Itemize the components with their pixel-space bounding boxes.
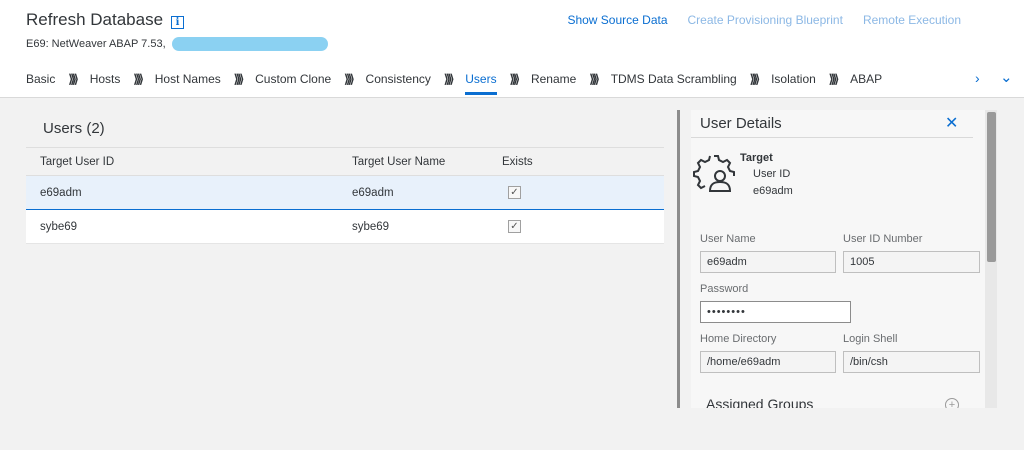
login-shell-label: Login Shell: [843, 333, 898, 345]
details-scrollbar-thumb[interactable]: [987, 112, 996, 262]
step-abap[interactable]: ABAP: [850, 72, 882, 95]
show-source-data-link[interactable]: Show Source Data: [567, 13, 667, 27]
table-row[interactable]: e69adm e69adm ✓: [26, 175, 664, 210]
details-title: User Details: [700, 115, 782, 132]
user-id-label: User ID: [753, 168, 791, 180]
user-gear-icon: [693, 155, 735, 192]
create-provisioning-blueprint-link[interactable]: Create Provisioning Blueprint: [688, 13, 843, 27]
users-table: Target User ID Target User Name Exists e…: [26, 147, 664, 244]
home-directory-field[interactable]: /home/e69adm: [700, 351, 836, 373]
exists-checkbox[interactable]: ✓: [508, 220, 521, 233]
step-hosts[interactable]: Hosts: [90, 72, 121, 95]
wizard-steps: Basic ⟫⟫ Hosts ⟫⟫ Host Names ⟫⟫ Custom C…: [26, 72, 976, 98]
column-header-target-user-name[interactable]: Target User Name: [338, 148, 488, 176]
step-rename[interactable]: Rename: [531, 72, 576, 95]
step-custom-clone[interactable]: Custom Clone: [255, 72, 331, 95]
home-directory-label: Home Directory: [700, 333, 777, 345]
step-separator-icon: ⟫⟫: [443, 72, 455, 86]
header-actions: Show Source Data Create Provisioning Blu…: [567, 13, 961, 27]
step-consistency[interactable]: Consistency: [366, 72, 431, 95]
chevron-right-icon[interactable]: ›: [975, 70, 980, 86]
target-label: Target: [740, 152, 773, 164]
user-id-number-field[interactable]: 1005: [843, 251, 980, 273]
user-id-number-label: User ID Number: [843, 233, 923, 245]
remote-execution-link[interactable]: Remote Execution: [863, 13, 961, 27]
details-header: User Details ✕: [691, 110, 973, 138]
step-separator-icon: ⟫⟫: [589, 72, 600, 86]
step-separator-icon: ⟫⟫: [509, 72, 521, 86]
cell-target-user-name: e69adm: [352, 186, 394, 199]
password-label: Password: [700, 283, 749, 295]
page-subtitle: E69: NetWeaver ABAP 7.53,: [26, 38, 166, 50]
close-icon[interactable]: ✕: [945, 113, 958, 133]
cell-exists: ✓: [488, 210, 664, 244]
user-name-label: User Name: [700, 233, 756, 245]
step-basic[interactable]: Basic: [26, 72, 55, 95]
users-table-title: Users (2): [43, 120, 105, 137]
table-row[interactable]: sybe69 sybe69 ✓: [26, 209, 664, 244]
cell-target-user-name: sybe69: [352, 220, 390, 233]
table-header-row: Target User ID Target User Name Exists: [26, 147, 664, 176]
redaction-mark: [172, 37, 328, 51]
page-title: Refresh Database: [26, 10, 164, 29]
step-separator-icon: ⟫⟫: [828, 72, 840, 86]
step-separator-icon: ⟫⟫: [68, 72, 79, 86]
step-separator-icon: ⟫⟫: [749, 72, 761, 86]
step-separator-icon: ⟫⟫: [344, 72, 355, 86]
step-isolation[interactable]: Isolation: [771, 72, 816, 95]
column-header-exists[interactable]: Exists: [488, 148, 664, 176]
login-shell-field[interactable]: /bin/csh: [843, 351, 980, 373]
check-icon: ✓: [510, 221, 519, 232]
step-users[interactable]: Users: [465, 72, 497, 95]
step-separator-icon: ⟫⟫: [233, 72, 245, 86]
user-name-field[interactable]: e69adm: [700, 251, 836, 273]
users-panel: Users (2) Target User ID Target User Nam…: [26, 110, 664, 244]
step-tdms-data-scrambling[interactable]: TDMS Data Scrambling: [611, 72, 737, 95]
chevron-down-icon[interactable]: ⌄: [1000, 68, 1013, 86]
cell-target-user-id: e69adm: [40, 186, 82, 199]
step-separator-icon: ⟫⟫: [133, 72, 144, 86]
add-circle-icon[interactable]: +: [945, 398, 959, 408]
panel-splitter[interactable]: [677, 110, 680, 408]
cell-target-user-id: sybe69: [40, 220, 78, 233]
assigned-groups-title: Assigned Groups: [706, 396, 814, 408]
exists-checkbox[interactable]: ✓: [508, 186, 521, 199]
cell-exists: ✓: [488, 176, 664, 210]
page-header: Refresh Database i E69: NetWeaver ABAP 7…: [0, 0, 1024, 98]
column-header-target-user-id[interactable]: Target User ID: [26, 148, 338, 176]
check-icon: ✓: [510, 187, 519, 198]
step-host-names[interactable]: Host Names: [155, 72, 221, 95]
user-id-value: e69adm: [753, 185, 793, 197]
password-field[interactable]: ••••••••: [700, 301, 851, 323]
info-icon[interactable]: i: [171, 16, 184, 29]
user-details-panel: User Details ✕ Target User ID e69adm Use…: [691, 110, 985, 408]
